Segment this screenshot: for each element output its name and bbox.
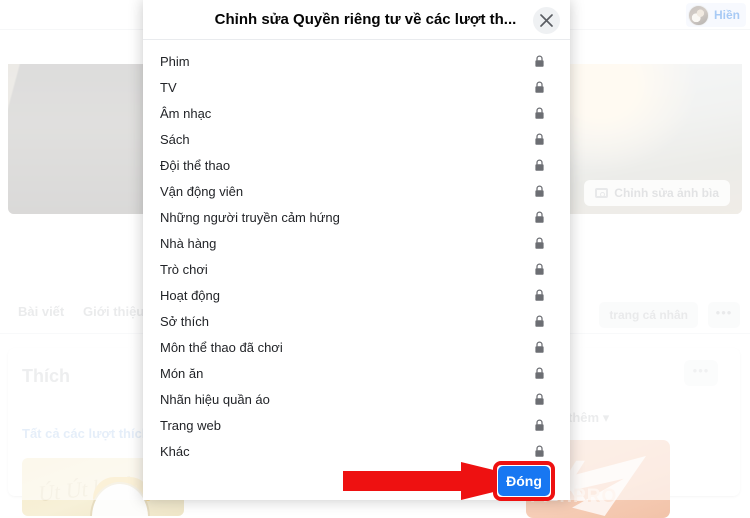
category-row[interactable]: Trò chơi (143, 256, 570, 282)
category-label: Vận động viên (160, 184, 243, 199)
lock-icon[interactable] (534, 445, 545, 458)
category-label: Trang web (160, 418, 221, 433)
category-label: Sách (160, 132, 190, 147)
category-row[interactable]: Vận động viên (143, 178, 570, 204)
category-row[interactable]: Sở thích (143, 308, 570, 334)
close-button-highlight: Đóng (493, 461, 555, 501)
lock-icon[interactable] (534, 263, 545, 276)
category-label: Phim (160, 54, 190, 69)
lock-icon[interactable] (534, 367, 545, 380)
category-list[interactable]: Phim TV Âm nhạc Sách Đội thể thao Vận động vi… (143, 40, 570, 460)
category-label: Môn thể thao đã chơi (160, 340, 283, 355)
category-row[interactable]: Nhãn hiệu quần áo (143, 386, 570, 412)
close-icon[interactable] (533, 7, 560, 34)
category-row[interactable]: Nhà hàng (143, 230, 570, 256)
category-row[interactable]: Sách (143, 126, 570, 152)
category-row[interactable]: Môn thể thao đã chơi (143, 334, 570, 360)
lock-icon[interactable] (534, 289, 545, 302)
dialog-footer: Đóng (143, 460, 570, 500)
category-label: TV (160, 80, 177, 95)
category-label: Trò chơi (160, 262, 208, 277)
category-row[interactable]: Khác (143, 438, 570, 460)
lock-icon[interactable] (534, 237, 545, 250)
lock-icon[interactable] (534, 211, 545, 224)
category-row[interactable]: Trang web (143, 412, 570, 438)
lock-icon[interactable] (534, 185, 545, 198)
category-row[interactable]: Những người truyền cảm hứng (143, 204, 570, 230)
close-dialog-button[interactable]: Đóng (498, 466, 550, 496)
category-row[interactable]: Phim (143, 48, 570, 74)
lock-icon[interactable] (534, 159, 545, 172)
edit-likes-privacy-dialog: Chỉnh sửa Quyền riêng tư về các lượt th.… (143, 0, 570, 500)
lock-icon[interactable] (534, 315, 545, 328)
category-label: Món ăn (160, 366, 203, 381)
dialog-title: Chỉnh sửa Quyền riêng tư về các lượt th.… (197, 11, 517, 28)
lock-icon[interactable] (534, 419, 545, 432)
lock-icon[interactable] (534, 133, 545, 146)
category-label: Nhà hàng (160, 236, 216, 251)
lock-icon[interactable] (534, 81, 545, 94)
category-row[interactable]: TV (143, 74, 570, 100)
category-label: Sở thích (160, 314, 209, 329)
lock-icon[interactable] (534, 341, 545, 354)
category-label: Những người truyền cảm hứng (160, 210, 340, 225)
category-label: Hoạt động (160, 288, 220, 303)
dialog-header: Chỉnh sửa Quyền riêng tư về các lượt th.… (143, 0, 570, 40)
category-label: Đội thể thao (160, 158, 230, 173)
lock-icon[interactable] (534, 55, 545, 68)
category-row[interactable]: Món ăn (143, 360, 570, 386)
category-row[interactable]: Âm nhạc (143, 100, 570, 126)
lock-icon[interactable] (534, 393, 545, 406)
category-label: Nhãn hiệu quần áo (160, 392, 270, 407)
category-label: Khác (160, 444, 190, 459)
category-label: Âm nhạc (160, 106, 211, 121)
category-row[interactable]: Đội thể thao (143, 152, 570, 178)
category-row[interactable]: Hoạt động (143, 282, 570, 308)
lock-icon[interactable] (534, 107, 545, 120)
